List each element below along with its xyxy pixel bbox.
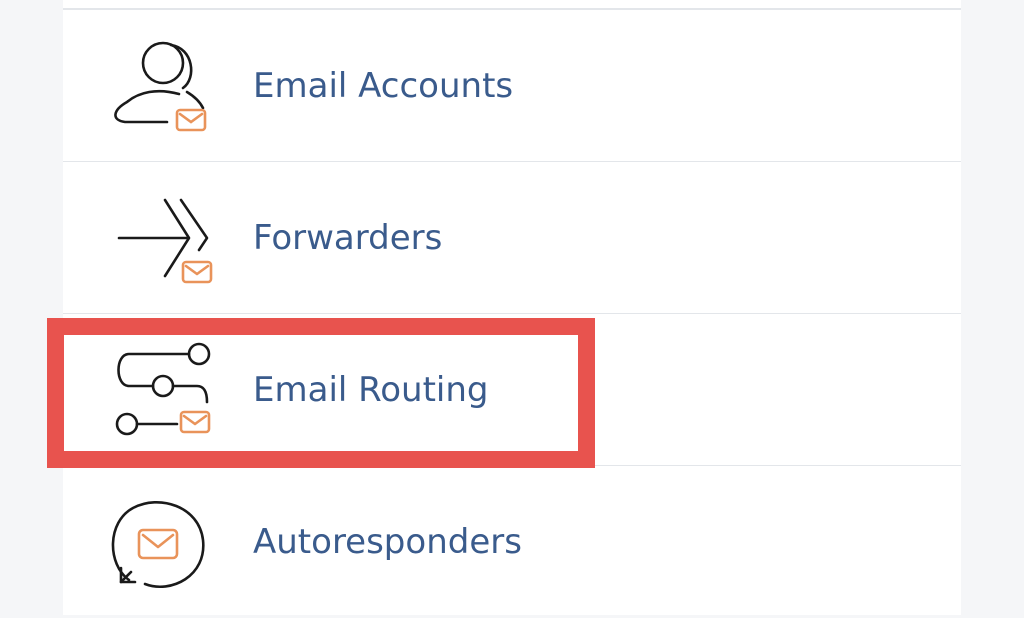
routing-mail-icon [101, 340, 213, 440]
menu-item-email-routing[interactable]: Email Routing [63, 314, 961, 466]
menu-item-label: Forwarders [253, 218, 443, 258]
menu-item-autoresponders[interactable]: Autoresponders [63, 466, 961, 618]
cycle-mail-icon [101, 492, 213, 592]
email-menu-panel: Email Accounts Forwarders Email Routing … [63, 0, 961, 615]
menu-item-forwarders[interactable]: Forwarders [63, 162, 961, 314]
forward-arrows-mail-icon [101, 188, 213, 288]
menu-item-label: Email Accounts [253, 66, 514, 106]
menu-item-email-accounts[interactable]: Email Accounts [63, 10, 961, 162]
menu-item-label: Email Routing [253, 370, 489, 410]
menu-item-label: Autoresponders [253, 522, 522, 562]
user-mail-icon [101, 36, 213, 136]
